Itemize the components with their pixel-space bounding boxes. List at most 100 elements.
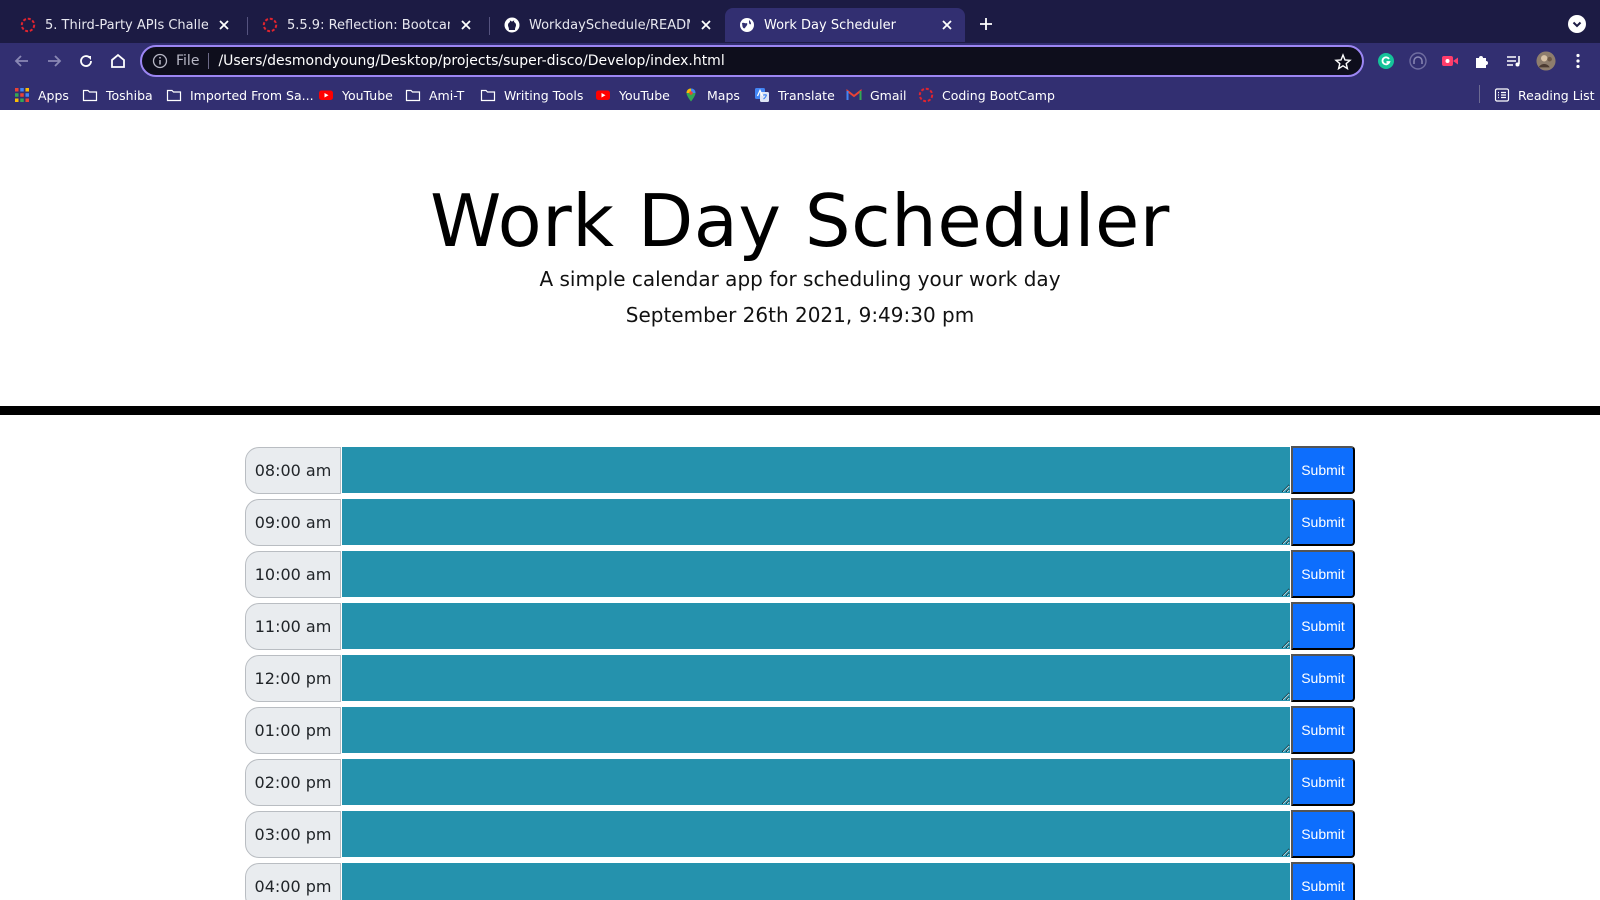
bookmark-label: Translate	[778, 87, 835, 103]
time-block-row: 08:00 am Submit	[245, 446, 1355, 494]
video-record-icon	[1442, 56, 1458, 66]
close-icon[interactable]	[698, 17, 714, 33]
bookmark-star-icon[interactable]	[1334, 53, 1352, 71]
back-button[interactable]	[12, 51, 32, 71]
hour-label: 04:00 pm	[245, 863, 341, 900]
submit-button[interactable]: Submit	[1291, 602, 1355, 650]
github-icon	[504, 17, 520, 33]
tab-third-party-apis[interactable]: 5. Third-Party APIs Challenge:	[6, 8, 242, 42]
close-icon[interactable]	[216, 17, 232, 33]
forward-button[interactable]	[44, 51, 64, 71]
close-icon[interactable]	[458, 17, 474, 33]
bookmark-label: Toshiba	[106, 87, 153, 103]
time-block-row: 11:00 am Submit	[245, 602, 1355, 650]
time-block-row: 09:00 am Submit	[245, 498, 1355, 546]
grammarly-icon	[1378, 53, 1394, 69]
plus-icon	[980, 18, 992, 30]
headphones-extension-button[interactable]	[1408, 51, 1428, 71]
new-tab-button[interactable]	[976, 14, 996, 34]
translate-icon	[755, 88, 769, 102]
maps-icon	[686, 88, 696, 102]
folder-icon	[405, 89, 421, 102]
submit-button[interactable]: Submit	[1291, 446, 1355, 494]
tab-reflection-bootcamp[interactable]: 5.5.9: Reflection: Bootcamp: U	[248, 8, 484, 42]
hour-label: 09:00 am	[245, 499, 341, 546]
browser-toolbar: File /Users/desmondyoung/Desktop/project…	[0, 43, 1600, 79]
reading-list-button[interactable]: Reading List	[1494, 85, 1595, 105]
home-icon	[111, 53, 125, 68]
description-input[interactable]	[341, 498, 1291, 546]
time-block-row: 02:00 pm Submit	[245, 758, 1355, 806]
close-icon[interactable]	[939, 17, 955, 33]
bookmarks-separator	[1479, 85, 1480, 103]
bookmark-label: Maps	[707, 87, 740, 103]
description-input[interactable]	[341, 654, 1291, 702]
submit-button[interactable]: Submit	[1291, 654, 1355, 702]
tab-search-button[interactable]	[1568, 15, 1586, 33]
submit-button[interactable]: Submit	[1291, 498, 1355, 546]
tab-work-day-scheduler[interactable]: Work Day Scheduler	[725, 8, 965, 42]
profile-button[interactable]	[1536, 51, 1556, 71]
home-button[interactable]	[108, 51, 128, 71]
arrow-right-icon	[48, 55, 62, 67]
current-day: September 26th 2021, 9:49:30 pm	[625, 303, 975, 327]
hour-label: 03:00 pm	[245, 811, 341, 858]
tab-github-readme[interactable]: WorkdaySchedule/README.md	[490, 8, 724, 42]
tab-strip: 5. Third-Party APIs Challenge: 5.5.9: Re…	[0, 0, 1600, 43]
bookmark-imported-from-safari[interactable]: Imported From Sa...	[166, 85, 314, 105]
description-input[interactable]	[341, 862, 1291, 900]
bookmark-gmail[interactable]: Gmail	[846, 85, 906, 105]
arrow-left-icon	[14, 55, 28, 67]
bookmark-apps[interactable]: Apps	[14, 85, 69, 105]
browser-menu-button[interactable]	[1568, 51, 1588, 71]
time-block-row: 01:00 pm Submit	[245, 706, 1355, 754]
page-header: Work Day Scheduler A simple calendar app…	[0, 110, 1600, 406]
bookmark-maps[interactable]: Maps	[683, 85, 740, 105]
address-bar[interactable]: File /Users/desmondyoung/Desktop/project…	[140, 45, 1364, 77]
bookmark-label: YouTube	[619, 87, 670, 103]
description-input[interactable]	[341, 550, 1291, 598]
bookmark-youtube-2[interactable]: YouTube	[595, 85, 670, 105]
bootcamp-icon	[262, 17, 278, 33]
kebab-menu-icon	[1576, 53, 1580, 69]
bookmark-label: Coding BootCamp	[942, 87, 1055, 103]
submit-button[interactable]: Submit	[1291, 810, 1355, 858]
description-input[interactable]	[341, 810, 1291, 858]
submit-button[interactable]: Submit	[1291, 758, 1355, 806]
hour-label: 01:00 pm	[245, 707, 341, 754]
extensions-button[interactable]	[1472, 51, 1492, 71]
grammarly-extension-button[interactable]	[1376, 51, 1396, 71]
submit-button[interactable]: Submit	[1291, 706, 1355, 754]
reload-icon	[80, 55, 92, 67]
bookmark-ami-t[interactable]: Ami-T	[405, 85, 464, 105]
playlist-icon	[1507, 56, 1520, 67]
youtube-icon	[596, 90, 610, 100]
bookmark-coding-bootcamp[interactable]: Coding BootCamp	[918, 85, 1055, 105]
bookmark-writing-tools[interactable]: Writing Tools	[480, 85, 583, 105]
media-controls-button[interactable]	[1504, 51, 1524, 71]
description-input[interactable]	[341, 446, 1291, 494]
bookmark-translate[interactable]: Translate	[754, 85, 835, 105]
description-input[interactable]	[341, 602, 1291, 650]
hour-label: 10:00 am	[245, 551, 341, 598]
tab-title: Work Day Scheduler	[764, 17, 896, 33]
time-block-row: 12:00 pm Submit	[245, 654, 1355, 702]
video-extension-button[interactable]	[1440, 51, 1460, 71]
tab-title: 5.5.9: Reflection: Bootcamp: U	[287, 17, 450, 33]
bookmark-label: Gmail	[870, 87, 907, 103]
folder-icon	[480, 89, 496, 102]
address-url[interactable]: /Users/desmondyoung/Desktop/projects/sup…	[218, 53, 724, 69]
hour-label: 02:00 pm	[245, 759, 341, 806]
bookmark-label: Writing Tools	[504, 87, 584, 103]
submit-button[interactable]: Submit	[1291, 550, 1355, 598]
avatar	[1536, 51, 1556, 71]
description-input[interactable]	[341, 706, 1291, 754]
folder-icon	[82, 89, 98, 102]
submit-button[interactable]: Submit	[1291, 862, 1355, 900]
time-block-row: 04:00 pm Submit	[245, 862, 1355, 900]
bookmark-label: Apps	[38, 87, 69, 103]
reload-button[interactable]	[76, 51, 96, 71]
bookmark-toshiba[interactable]: Toshiba	[82, 85, 153, 105]
description-input[interactable]	[341, 758, 1291, 806]
bookmark-youtube[interactable]: YouTube	[318, 85, 393, 105]
